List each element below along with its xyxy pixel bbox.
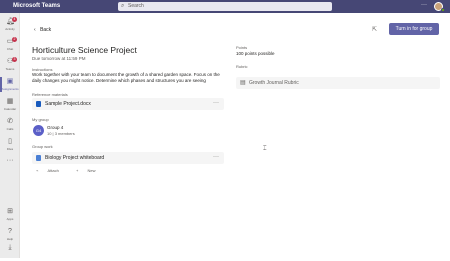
chevron-left-icon: ‹ <box>34 27 36 33</box>
search-placeholder: Search <box>128 3 144 9</box>
rail-item-more[interactable]: ··· <box>0 154 20 174</box>
group-avatar: G4 <box>33 125 44 136</box>
more-options-icon[interactable]: ··· <box>213 100 219 106</box>
rail-item-calls[interactable]: ✆ Calls <box>0 115 20 135</box>
back-button[interactable]: ‹ Back <box>34 27 51 33</box>
apps-icon: ⊞ <box>7 208 13 215</box>
assignment-title: Horticulture Science Project <box>32 45 137 55</box>
group-work-file-name: Biology Project whiteboard <box>45 155 105 161</box>
rubric-name: Growth Journal Rubric <box>249 80 299 86</box>
title-bar: Microsoft Teams ⌕ Search ··· <box>0 0 450 13</box>
rail-item-label: Teams <box>5 67 15 71</box>
group-members: 10 | 3 members <box>47 131 75 136</box>
app-title: Microsoft Teams <box>13 3 61 9</box>
reference-file-card[interactable]: Sample Project.docx ··· <box>32 98 224 110</box>
rail-item-label: Files <box>6 147 14 151</box>
rail-item-label: Activity <box>5 27 15 31</box>
more-icon: ··· <box>6 157 14 164</box>
rail-item-teams[interactable]: ⚇ 3 Teams <box>0 55 20 75</box>
rail-item-calendar[interactable]: ▦ Calendar <box>0 95 20 115</box>
rail-item-apps[interactable]: ⊞ Apps <box>0 205 20 225</box>
new-button[interactable]: + New <box>76 168 103 173</box>
more-options-icon[interactable]: ··· <box>213 154 219 160</box>
download-icon: ⤓ <box>8 244 12 251</box>
group-work-label: Group work <box>32 144 53 149</box>
rail-item-chat[interactable]: ▭ 2 Chat <box>0 35 20 55</box>
mouse-cursor-icon: ⌶ <box>263 146 267 152</box>
activity-badge: 4 <box>12 17 17 22</box>
word-document-icon <box>36 101 41 107</box>
my-group-label: My group <box>32 117 49 122</box>
paperclip-icon: ⌁ <box>36 168 40 173</box>
whiteboard-icon <box>36 155 41 161</box>
new-label: New <box>87 168 96 173</box>
rail-item-download[interactable]: ⤓ <box>0 241 20 261</box>
attachment-actions: ⌁ Attach + New <box>36 168 111 173</box>
presence-status-icon <box>441 8 445 12</box>
instructions-text: Work together with your team to document… <box>32 72 220 83</box>
reference-file-name: Sample Project.docx <box>45 101 91 107</box>
attach-label: Attach <box>47 168 59 173</box>
reference-materials-label: Reference materials <box>32 92 68 97</box>
due-date: Due tomorrow at 11:59 PM <box>32 56 86 61</box>
rail-item-label: Apps <box>6 217 14 221</box>
rail-item-label: Assignments <box>1 87 19 91</box>
help-icon: ? <box>8 228 12 235</box>
teams-badge: 3 <box>12 57 17 62</box>
assignments-icon: ▣ <box>6 78 14 85</box>
plus-icon: + <box>76 168 80 173</box>
rail-item-activity[interactable]: 🔔︎ 4 Activity <box>0 15 20 35</box>
back-label: Back <box>40 27 52 33</box>
group-name: Group 4 <box>47 125 64 130</box>
rail-item-label: Calendar <box>3 107 17 111</box>
points-value: 100 points possible <box>236 51 275 56</box>
rail-item-files[interactable]: ▯ Files <box>0 135 20 155</box>
rubric-icon: ▤ <box>240 80 246 86</box>
turn-in-button[interactable]: Turn in for group <box>389 23 439 35</box>
phone-icon: ✆ <box>7 118 13 125</box>
search-icon: ⌕ <box>121 3 125 9</box>
rail-item-label: Chat <box>6 47 14 51</box>
points-label: Points <box>236 45 248 50</box>
calendar-icon: ▦ <box>6 98 14 105</box>
file-icon: ▯ <box>8 138 12 145</box>
group-work-file-card[interactable]: Biology Project whiteboard ··· <box>32 152 224 164</box>
attach-button[interactable]: ⌁ Attach <box>36 168 67 173</box>
rail-item-label: Calls <box>6 127 14 131</box>
rubric-label: Rubric <box>236 64 248 69</box>
rail-item-assignments[interactable]: ▣ Assignments <box>0 75 20 95</box>
share-icon[interactable]: ⇱ <box>372 26 377 33</box>
more-options-icon[interactable]: ··· <box>421 2 427 9</box>
chat-badge: 2 <box>12 37 17 42</box>
app-rail: 🔔︎ 4 Activity ▭ 2 Chat ⚇ 3 Teams ▣ Assig… <box>0 13 20 258</box>
rubric-card[interactable]: ▤ Growth Journal Rubric <box>236 77 440 89</box>
search-input[interactable]: ⌕ Search <box>118 2 332 11</box>
